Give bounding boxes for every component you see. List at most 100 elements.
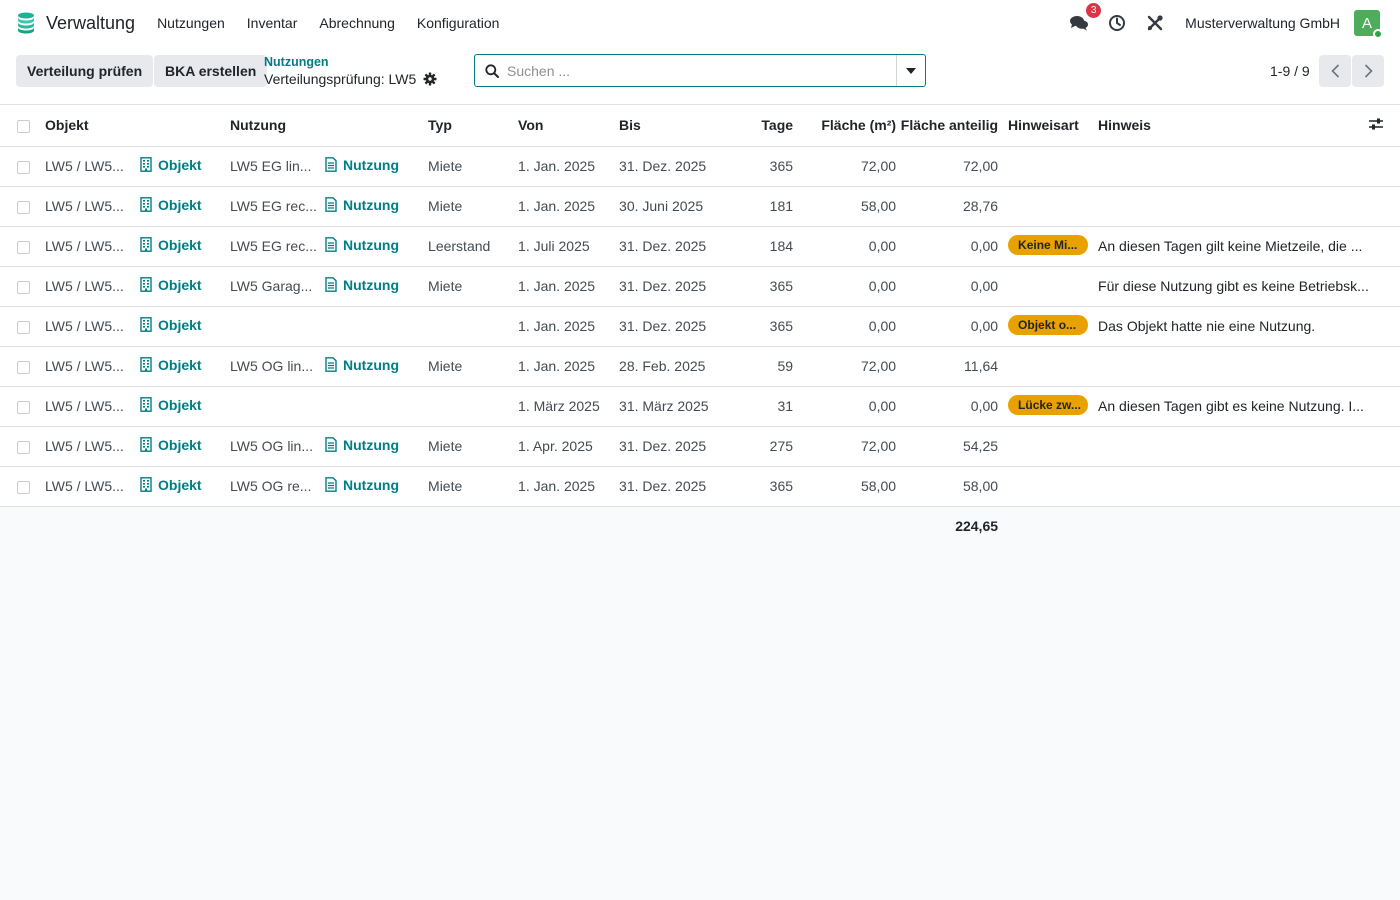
row-checkbox[interactable] (17, 480, 30, 494)
chat-bubbles-icon (1070, 16, 1089, 31)
column-header-von[interactable]: Von (518, 105, 620, 147)
cell-hinweis (1098, 186, 1369, 227)
cell-flaeche-anteilig: 72,00 (896, 146, 999, 187)
column-header-objekt[interactable]: Objekt (45, 105, 231, 147)
objekt-link-label: Objekt (158, 196, 202, 213)
debug-tools-button[interactable] (1143, 11, 1167, 35)
building-icon (140, 397, 152, 413)
nutzung-link-button[interactable]: Nutzung (325, 357, 399, 373)
objekt-link-label: Objekt (158, 316, 202, 333)
verteilung-pruefen-button[interactable]: Verteilung prüfen (16, 55, 154, 87)
cell-typ: Miete (428, 466, 519, 507)
row-checkbox[interactable] (17, 360, 30, 374)
cell-hinweis (1098, 346, 1369, 387)
activity-button[interactable] (1105, 11, 1129, 35)
objekt-link-button[interactable]: Objekt (140, 237, 202, 253)
cell-objekt: LW5 / LW5... (45, 466, 140, 507)
cell-flaeche: 0,00 (793, 386, 897, 427)
breadcrumb-parent[interactable]: Nutzungen (264, 55, 329, 69)
cell-flaeche-anteilig: 0,00 (896, 226, 999, 267)
menu-inventar[interactable]: Inventar (247, 15, 298, 31)
column-header-tage[interactable]: Tage (709, 105, 794, 147)
objekt-link-button[interactable]: Objekt (140, 197, 202, 213)
column-header-flaeche-anteilig[interactable]: Fläche anteilig (896, 105, 999, 147)
row-checkbox[interactable] (17, 320, 30, 334)
objekt-link-button[interactable]: Objekt (140, 357, 202, 373)
table-row[interactable]: LW5 / LW5... Objekt LW5 OG lin... Nutzung Mi… (0, 426, 1400, 467)
table-row[interactable]: LW5 / LW5... Objekt LW5 EG rec... Nutzung Mi… (0, 186, 1400, 227)
table-footer: 224,65 (0, 506, 1400, 546)
main-navbar: Verwaltung Nutzungen Inventar Abrechnung… (0, 0, 1400, 46)
column-header-flaeche[interactable]: Fläche (m²) (793, 105, 897, 147)
objekt-link-button[interactable]: Objekt (140, 317, 202, 333)
document-icon (325, 237, 337, 253)
cell-nutzung: LW5 EG lin... (230, 146, 326, 187)
pager-previous-button[interactable] (1319, 55, 1351, 87)
row-checkbox[interactable] (17, 240, 30, 254)
app-name: Verwaltung (46, 12, 136, 33)
optional-columns-toggle[interactable] (1368, 117, 1384, 131)
pager-value[interactable]: 1-9 / 9 (1270, 63, 1310, 79)
table-row[interactable]: LW5 / LW5... Objekt LW5 Garag... Nutzung Mie… (0, 266, 1400, 307)
pager-next-button[interactable] (1352, 55, 1384, 87)
search-input[interactable] (507, 56, 895, 85)
cell-bis: 28. Feb. 2025 (619, 346, 710, 387)
menu-konfiguration[interactable]: Konfiguration (417, 15, 500, 31)
menu-abrechnung[interactable]: Abrechnung (319, 15, 395, 31)
column-header-hinweisart[interactable]: Hinweisart (1008, 105, 1089, 147)
table-row[interactable]: LW5 / LW5... Objekt 1. Jan. 2025 31. Dez. 2… (0, 306, 1400, 347)
app-brand[interactable]: Verwaltung (14, 11, 157, 35)
cell-flaeche-anteilig: 0,00 (896, 266, 999, 307)
column-header-typ[interactable]: Typ (428, 105, 519, 147)
cell-von: 1. Apr. 2025 (518, 426, 620, 467)
objekt-link-button[interactable]: Objekt (140, 157, 202, 173)
row-checkbox[interactable] (17, 280, 30, 294)
nutzung-link-button[interactable]: Nutzung (325, 237, 399, 253)
online-status-indicator (1373, 29, 1383, 39)
objekt-link-label: Objekt (158, 476, 202, 493)
table-row[interactable]: LW5 / LW5... Objekt 1. März 2025 31. März 2… (0, 386, 1400, 427)
row-checkbox[interactable] (17, 160, 30, 174)
search-options-toggle[interactable] (896, 55, 925, 86)
company-switcher[interactable]: Musterverwaltung GmbH (1185, 15, 1340, 31)
nutzung-link-button[interactable]: Nutzung (325, 197, 399, 213)
select-all-checkbox[interactable] (17, 120, 30, 134)
cell-typ: Miete (428, 266, 519, 307)
gear-icon[interactable] (423, 72, 437, 86)
nutzung-link-button[interactable]: Nutzung (325, 477, 399, 493)
row-checkbox[interactable] (17, 400, 30, 414)
building-icon (140, 197, 152, 213)
column-header-nutzung[interactable]: Nutzung (230, 105, 429, 147)
row-checkbox[interactable] (17, 200, 30, 214)
systray: 3 Musterverwaltung GmbH A (1067, 0, 1400, 46)
messaging-button[interactable]: 3 (1067, 3, 1102, 35)
column-header-hinweis[interactable]: Hinweis (1098, 105, 1369, 147)
table-row[interactable]: LW5 / LW5... Objekt LW5 OG re... Nutzung Mie… (0, 466, 1400, 507)
column-header-bis[interactable]: Bis (619, 105, 710, 147)
cell-von: 1. Jan. 2025 (518, 466, 620, 507)
objekt-link-label: Objekt (158, 156, 202, 173)
cell-nutzung: LW5 EG rec... (230, 186, 326, 227)
objekt-link-button[interactable]: Objekt (140, 397, 202, 413)
user-avatar[interactable]: A (1354, 10, 1383, 39)
table-body: LW5 / LW5... Objekt LW5 EG lin... Nutzung Mi… (0, 146, 1400, 507)
nutzung-link-button[interactable]: Nutzung (325, 277, 399, 293)
bka-erstellen-button[interactable]: BKA erstellen (154, 55, 268, 87)
cell-flaeche: 0,00 (793, 306, 897, 347)
cell-von: 1. Jan. 2025 (518, 346, 620, 387)
table-row[interactable]: LW5 / LW5... Objekt LW5 OG lin... Nutzung Mi… (0, 346, 1400, 387)
nutzung-link-button[interactable]: Nutzung (325, 157, 399, 173)
objekt-link-button[interactable]: Objekt (140, 277, 202, 293)
hinweisart-badge: Lücke zw... (1008, 394, 1089, 415)
table-row[interactable]: LW5 / LW5... Objekt LW5 EG lin... Nutzung Mi… (0, 146, 1400, 187)
nutzung-link-button[interactable]: Nutzung (325, 437, 399, 453)
building-icon (140, 437, 152, 453)
objekt-link-button[interactable]: Objekt (140, 477, 202, 493)
row-checkbox[interactable] (17, 440, 30, 454)
objekt-link-button[interactable]: Objekt (140, 437, 202, 453)
building-icon (140, 317, 152, 333)
table-row[interactable]: LW5 / LW5... Objekt LW5 EG rec... Nutzung Le… (0, 226, 1400, 267)
cell-objekt: LW5 / LW5... (45, 226, 140, 267)
nutzung-link-label: Nutzung (343, 276, 399, 293)
menu-nutzungen[interactable]: Nutzungen (157, 15, 225, 31)
